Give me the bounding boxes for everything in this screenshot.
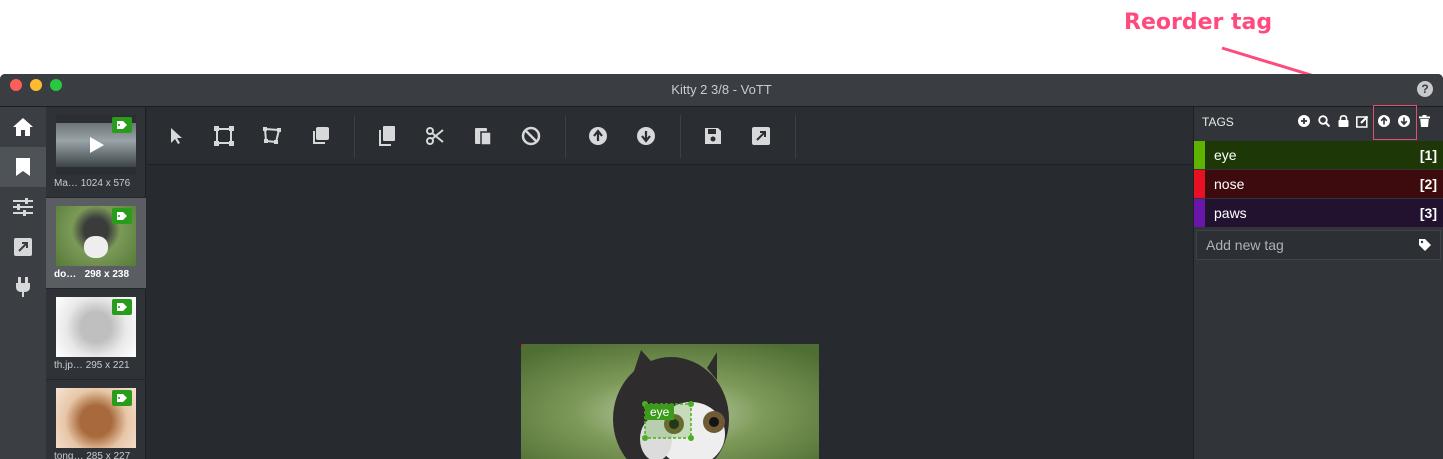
move-tag-down-button[interactable] bbox=[1397, 114, 1411, 128]
tag-color-swatch[interactable] bbox=[1194, 141, 1205, 169]
region-tag-label: eye bbox=[645, 404, 675, 420]
plug-icon bbox=[16, 277, 30, 297]
polygon-icon bbox=[263, 127, 281, 144]
asset-item[interactable]: tong… 285 x 227 bbox=[46, 380, 146, 459]
app-window: Kitty 2 3/8 - VoTT ? Ma… 1024 x 576 do… … bbox=[0, 74, 1443, 459]
tag-badge-icon bbox=[112, 299, 132, 315]
tag-hotkey: [3] bbox=[1419, 205, 1437, 221]
draw-rectangle-button[interactable] bbox=[208, 120, 240, 152]
export-icon bbox=[752, 127, 770, 145]
arrow-circle-down-icon bbox=[1398, 115, 1410, 127]
nav-home[interactable] bbox=[0, 107, 46, 147]
asset-thumbnail bbox=[56, 206, 136, 266]
tag-item-paws[interactable]: paws [3] bbox=[1194, 199, 1443, 227]
delete-tag-button[interactable] bbox=[1417, 114, 1431, 128]
pointer-icon bbox=[171, 128, 182, 144]
tag-color-swatch[interactable] bbox=[1194, 199, 1205, 227]
draw-polygon-button[interactable] bbox=[256, 120, 288, 152]
add-tag-input[interactable] bbox=[1197, 231, 1407, 259]
home-icon bbox=[13, 118, 33, 136]
help-icon[interactable]: ? bbox=[1417, 81, 1433, 97]
tag-hotkey: [2] bbox=[1419, 176, 1437, 192]
copy-rect-icon bbox=[313, 127, 329, 144]
next-asset-button[interactable] bbox=[630, 120, 662, 152]
cut-icon bbox=[426, 127, 444, 145]
asset-item[interactable]: Ma… 1024 x 576 bbox=[46, 107, 146, 198]
nav-connections[interactable] bbox=[0, 267, 46, 307]
trash-icon bbox=[1418, 115, 1430, 127]
plus-circle-icon bbox=[1298, 115, 1310, 127]
asset-image[interactable]: eye bbox=[521, 344, 819, 459]
tags-header: TAGS bbox=[1202, 115, 1234, 129]
title-bar: Kitty 2 3/8 - VoTT ? bbox=[0, 74, 1443, 107]
tag-item-nose[interactable]: nose [2] bbox=[1194, 170, 1443, 198]
save-icon bbox=[705, 128, 721, 144]
tag-badge-icon bbox=[112, 390, 132, 406]
annotation-reorder-tag: Reorder tag bbox=[1124, 10, 1273, 35]
nav-tag-editor[interactable] bbox=[0, 147, 46, 187]
tags-panel: TAGS eye [1] nose [2] paws [3] Add new t… bbox=[1193, 105, 1443, 459]
select-tool-button[interactable] bbox=[160, 120, 192, 152]
tag-hotkey: [1] bbox=[1419, 147, 1437, 163]
export-project-button[interactable] bbox=[745, 120, 777, 152]
play-icon bbox=[90, 137, 104, 153]
editor-toolbar bbox=[147, 107, 1193, 165]
next-asset-icon bbox=[637, 127, 655, 145]
clear-icon bbox=[521, 126, 541, 146]
toolbar-divider bbox=[565, 115, 566, 158]
paste-icon bbox=[475, 128, 492, 146]
add-tag-field bbox=[1196, 230, 1441, 260]
asset-caption: Ma… 1024 x 576 bbox=[54, 178, 131, 189]
search-tags-button[interactable] bbox=[1317, 114, 1331, 128]
tag-name: nose bbox=[1214, 176, 1245, 192]
asset-caption: do… 298 x 238 bbox=[54, 269, 130, 280]
tag-badge-icon bbox=[112, 208, 132, 224]
copy-icon bbox=[379, 126, 395, 146]
previous-asset-button[interactable] bbox=[582, 120, 614, 152]
tag-name: eye bbox=[1214, 147, 1237, 163]
toolbar-divider bbox=[680, 115, 681, 158]
toolbar-divider bbox=[354, 115, 355, 158]
tag-item-eye[interactable]: eye [1] bbox=[1194, 141, 1443, 169]
editor-canvas[interactable]: eye bbox=[147, 165, 1193, 459]
cut-button[interactable] bbox=[419, 120, 451, 152]
tag-icon[interactable] bbox=[1418, 238, 1432, 252]
sliders-icon bbox=[13, 198, 33, 216]
lock-tags-button[interactable] bbox=[1336, 114, 1350, 128]
bookmark-icon bbox=[16, 158, 30, 176]
tag-color-swatch[interactable] bbox=[1194, 170, 1205, 198]
paste-button[interactable] bbox=[467, 120, 499, 152]
tag-name: paws bbox=[1214, 205, 1247, 221]
save-button[interactable] bbox=[697, 120, 729, 152]
asset-list: Ma… 1024 x 576 do… 298 x 238 th.jp… 295 … bbox=[46, 107, 146, 459]
arrow-circle-up-icon bbox=[1378, 115, 1390, 127]
kitten-photo bbox=[521, 344, 819, 459]
copy-rectangle-button[interactable] bbox=[304, 120, 336, 152]
window-title: Kitty 2 3/8 - VoTT bbox=[671, 82, 772, 97]
asset-thumbnail bbox=[56, 297, 136, 357]
export-icon bbox=[14, 238, 32, 256]
asset-caption: tong… 285 x 227 bbox=[54, 451, 131, 459]
nav-settings[interactable] bbox=[0, 187, 46, 227]
nav-export[interactable] bbox=[0, 227, 46, 267]
asset-caption: th.jp… 295 x 221 bbox=[54, 360, 130, 371]
asset-item[interactable]: th.jp… 295 x 221 bbox=[46, 289, 146, 380]
left-nav bbox=[0, 107, 46, 459]
tag-badge-icon bbox=[112, 117, 132, 133]
lock-icon bbox=[1338, 115, 1348, 127]
copy-button[interactable] bbox=[371, 120, 403, 152]
asset-thumbnail bbox=[56, 115, 136, 175]
toolbar-divider bbox=[795, 115, 796, 158]
rectangle-icon bbox=[214, 126, 234, 146]
edit-icon bbox=[1355, 115, 1368, 128]
clear-regions-button[interactable] bbox=[515, 120, 547, 152]
asset-item-selected[interactable]: do… 298 x 238 bbox=[46, 198, 146, 289]
move-tag-up-button[interactable] bbox=[1377, 114, 1391, 128]
previous-asset-icon bbox=[589, 127, 607, 145]
add-tag-button[interactable] bbox=[1297, 114, 1311, 128]
edit-tag-button[interactable] bbox=[1355, 114, 1369, 128]
search-icon bbox=[1318, 115, 1330, 127]
asset-thumbnail bbox=[56, 388, 136, 448]
